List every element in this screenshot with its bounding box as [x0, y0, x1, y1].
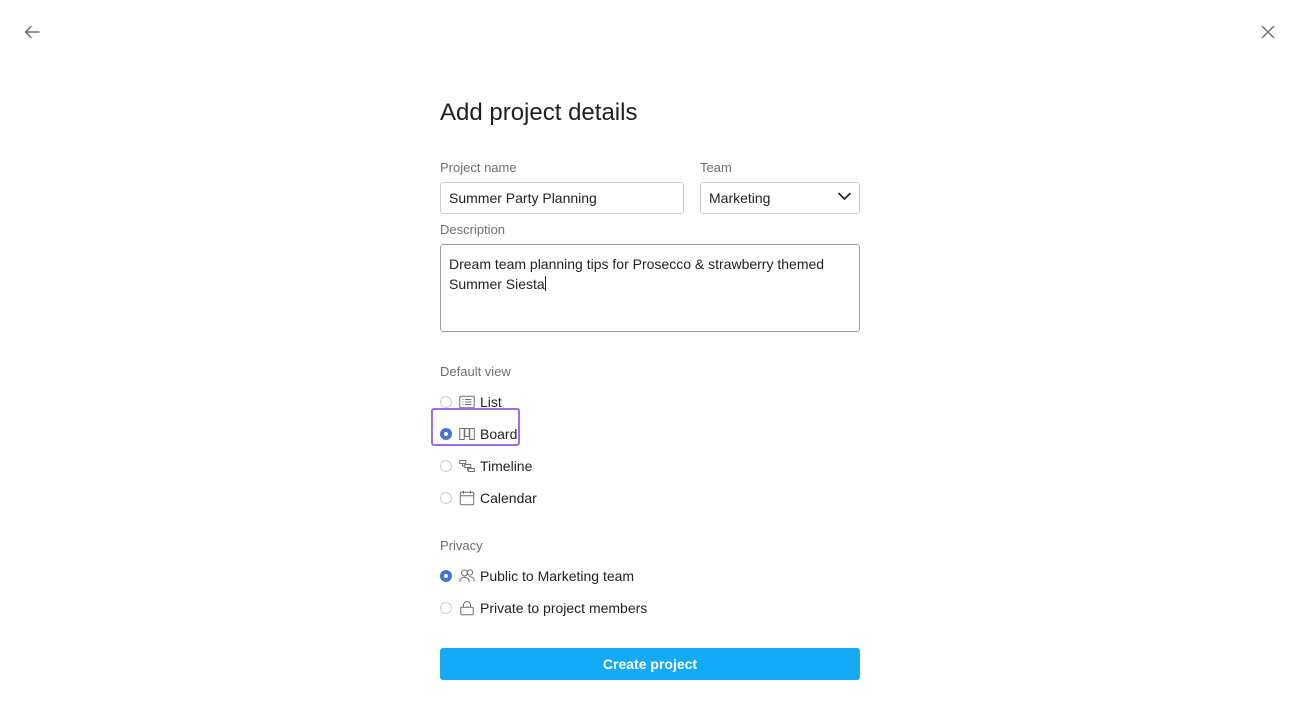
lock-icon: [460, 601, 474, 616]
privacy-private-label: Private to project members: [480, 600, 648, 616]
team-label: Team: [700, 160, 732, 175]
view-board-radio[interactable]: [440, 428, 452, 440]
board-icon: [459, 428, 475, 440]
calendar-icon: [459, 490, 475, 506]
page-title: Add project details: [440, 99, 638, 126]
view-option-board[interactable]: Board: [440, 423, 517, 445]
privacy-public-radio[interactable]: [440, 570, 452, 582]
project-details-form: Add project details Project name Summer …: [431, 96, 860, 680]
text-cursor: [544, 276, 546, 291]
create-project-page: Add project details Project name Summer …: [0, 0, 1300, 728]
back-button[interactable]: [18, 18, 46, 46]
description-textarea[interactable]: Dream team planning tips for Prosecco & …: [440, 244, 860, 332]
view-list-radio[interactable]: [440, 396, 452, 408]
close-button[interactable]: [1254, 18, 1282, 46]
description-group: Description Dream team planning tips for…: [440, 222, 860, 332]
view-option-timeline[interactable]: Timeline: [440, 455, 532, 477]
team-select[interactable]: Marketing: [700, 182, 860, 214]
default-view-label: Default view: [440, 364, 511, 379]
team-group: Team Marketing: [700, 160, 860, 214]
close-icon: [1261, 25, 1275, 39]
description-label: Description: [440, 222, 506, 237]
view-board-label: Board: [480, 426, 518, 442]
view-option-calendar[interactable]: Calendar: [440, 487, 537, 509]
description-text: Dream team planning tips for Prosecco & …: [449, 256, 825, 292]
create-project-button[interactable]: Create project: [440, 648, 860, 680]
privacy-option-private[interactable]: Private to project members: [440, 597, 647, 619]
privacy-public-label: Public to Marketing team: [480, 568, 635, 584]
privacy-label: Privacy: [440, 538, 483, 553]
project-name-group: Project name Summer Party Planning: [440, 160, 684, 214]
project-name-label: Project name: [440, 160, 517, 175]
privacy-option-public[interactable]: Public to Marketing team: [440, 565, 634, 587]
view-calendar-label: Calendar: [480, 490, 537, 506]
team-select-value: Marketing: [709, 190, 771, 206]
view-timeline-label: Timeline: [480, 458, 533, 474]
arrow-left-icon: [24, 25, 40, 39]
privacy-group: Privacy Public to Marketing team Private…: [440, 538, 860, 616]
name-team-row: Project name Summer Party Planning Team …: [440, 160, 860, 214]
default-view-group: Default view List Board Timeline Calenda…: [431, 364, 860, 506]
view-timeline-radio[interactable]: [440, 460, 452, 472]
chevron-down-icon: [838, 192, 851, 200]
privacy-private-radio[interactable]: [440, 602, 452, 614]
timeline-icon: [459, 460, 475, 472]
people-icon: [459, 569, 475, 583]
project-name-input[interactable]: Summer Party Planning: [440, 182, 684, 214]
view-calendar-radio[interactable]: [440, 492, 452, 504]
